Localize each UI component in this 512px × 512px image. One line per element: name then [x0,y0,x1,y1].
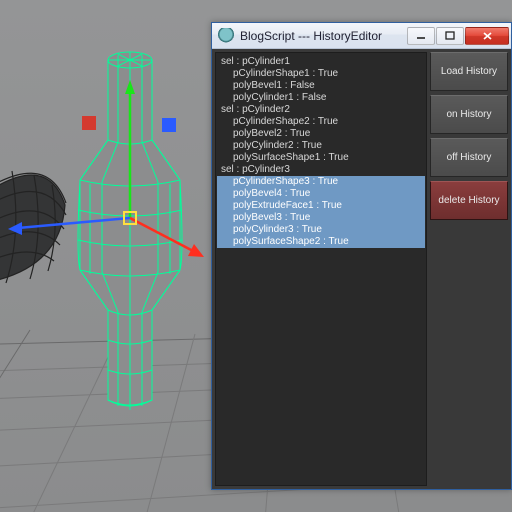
history-row[interactable]: polyBevel4 : True [217,188,425,200]
history-row[interactable]: pCylinderShape2 : True [217,116,425,128]
delete-history-button[interactable]: delete History [430,181,508,220]
history-row[interactable]: polyCylinder3 : True [217,224,425,236]
window-title: BlogScript --- HistoryEditor [240,29,400,43]
history-row[interactable]: polyBevel1 : False [217,80,425,92]
history-row[interactable]: sel : pCylinder2 [217,104,425,116]
history-row[interactable]: sel : pCylinder3 [217,164,425,176]
maximize-button[interactable] [436,27,464,45]
history-row[interactable]: polyCylinder1 : False [217,92,425,104]
history-row[interactable]: polySurfaceShape1 : True [217,152,425,164]
mesh-sphere[interactable] [0,171,66,285]
load-history-button[interactable]: Load History [430,52,508,91]
minimize-button[interactable] [407,27,435,45]
off-history-button[interactable]: off History [430,138,508,177]
history-row[interactable]: polySurfaceShape2 : True [217,236,425,248]
titlebar[interactable]: BlogScript --- HistoryEditor [212,23,511,49]
app-icon [218,28,234,44]
history-row[interactable]: polyExtrudeFace1 : True [217,200,425,212]
history-editor-window: BlogScript --- HistoryEditor sel : pCyli… [211,22,512,490]
button-column: Load History on History off History dele… [430,52,508,486]
history-row[interactable]: sel : pCylinder1 [217,56,425,68]
window-body: sel : pCylinder1pCylinderShape1 : Truepo… [212,49,511,489]
history-row[interactable]: polyCylinder2 : True [217,140,425,152]
history-row[interactable]: pCylinderShape3 : True [217,176,425,188]
history-row[interactable]: polyBevel2 : True [217,128,425,140]
plane-handle-xy[interactable] [162,118,176,132]
history-row[interactable]: pCylinderShape1 : True [217,68,425,80]
history-row[interactable]: polyBevel3 : True [217,212,425,224]
close-button[interactable] [465,27,509,45]
plane-handle-yz[interactable] [82,116,96,130]
history-list[interactable]: sel : pCylinder1pCylinderShape1 : Truepo… [215,52,427,486]
on-history-button[interactable]: on History [430,95,508,134]
